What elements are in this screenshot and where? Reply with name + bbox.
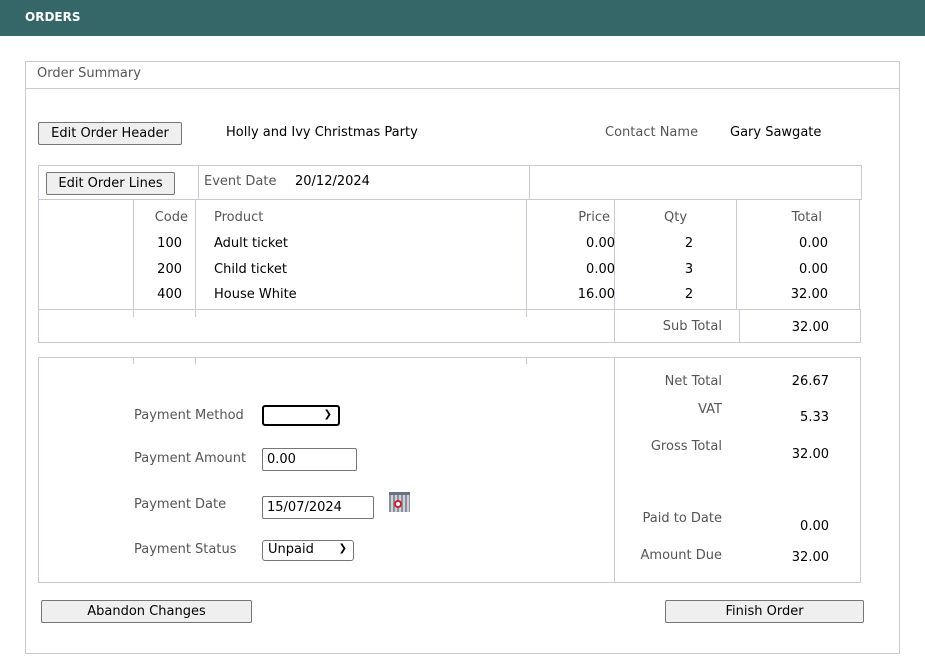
code: 100 (157, 236, 182, 251)
payment-date-input[interactable] (262, 496, 374, 519)
col-qty: Qty (663, 210, 688, 225)
calendar-marker (394, 500, 402, 508)
event-name: Holly and Ivy Christmas Party (226, 125, 418, 140)
price: 0.00 (586, 262, 615, 277)
col-code: Code (154, 210, 188, 225)
payment-date-label: Payment Date (134, 497, 227, 512)
subtotal-label: Sub Total (662, 319, 722, 334)
code: 200 (157, 262, 182, 277)
col-product: Product (214, 210, 264, 225)
event-date-value: 20/12/2024 (295, 174, 370, 189)
finish-order-button[interactable]: Finish Order (665, 600, 864, 623)
product: Adult ticket (214, 236, 289, 251)
contact-name-label: Contact Name (605, 125, 699, 140)
abandon-changes-button[interactable]: Abandon Changes (41, 600, 252, 623)
payment-status-value: Unpaid (268, 542, 314, 557)
product: House White (214, 287, 297, 302)
divider (526, 357, 527, 364)
gross-total-label: Gross Total (650, 439, 722, 454)
payment-method-label: Payment Method (134, 408, 244, 423)
panel-title: Order Summary (25, 61, 900, 89)
edit-order-header-button[interactable]: Edit Order Header (38, 122, 182, 145)
paid-to-date-label: Paid to Date (642, 511, 722, 526)
event-date-label: Event Date (204, 174, 277, 189)
payment-amount-label: Payment Amount (134, 451, 247, 466)
divider (198, 165, 199, 200)
vat-label: VAT (698, 402, 722, 417)
price: 16.00 (577, 287, 615, 302)
divider (529, 165, 530, 200)
subtotal-row (38, 309, 861, 343)
gross-total-value: 32.00 (791, 447, 829, 462)
vat-value: 5.33 (800, 410, 829, 425)
top-bar: ORDERS (0, 0, 925, 36)
net-total-label: Net Total (664, 374, 722, 389)
payment-amount-input[interactable] (262, 448, 357, 471)
edit-order-lines-button[interactable]: Edit Order Lines (46, 172, 175, 195)
divider (195, 199, 196, 317)
total: 0.00 (799, 236, 828, 251)
price: 0.00 (586, 236, 615, 251)
net-total-value: 26.67 (791, 374, 829, 389)
divider (133, 357, 134, 364)
col-total: Total (791, 210, 822, 225)
total: 32.00 (790, 287, 828, 302)
payment-method-select[interactable]: ❯ (262, 405, 340, 426)
subtotal-value: 32.00 (791, 320, 829, 335)
payment-status-select[interactable]: Unpaid ❯ (262, 540, 354, 561)
code: 400 (157, 287, 182, 302)
chevron-down-icon: ❯ (323, 409, 332, 420)
product: Child ticket (214, 262, 287, 277)
col-price: Price (578, 210, 610, 225)
chevron-down-icon: ❯ (338, 543, 347, 554)
app-title: ORDERS (25, 10, 81, 24)
paid-to-date-value: 0.00 (800, 519, 829, 534)
total: 0.00 (799, 262, 828, 277)
amount-due-label: Amount Due (640, 548, 722, 563)
contact-name-value: Gary Sawgate (730, 125, 822, 140)
divider (195, 357, 196, 364)
calendar-icon[interactable] (389, 492, 410, 512)
amount-due-value: 32.00 (791, 550, 829, 565)
payment-status-label: Payment Status (134, 542, 237, 557)
